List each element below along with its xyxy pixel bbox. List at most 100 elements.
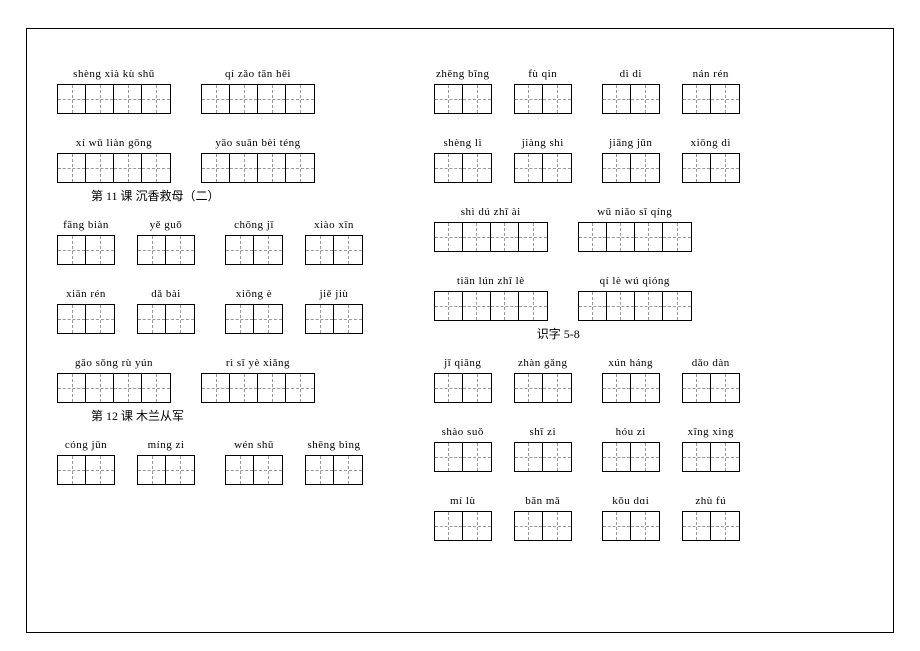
two-column-layout: shèng xià kù shǔ qí zǎo tān hēi xí wǔ li… <box>57 67 863 622</box>
pinyin: jiāng jūn <box>609 136 652 150</box>
word-group: fù qin <box>514 67 572 114</box>
word-group: zhù fú <box>682 494 740 541</box>
pinyin: zhù fú <box>695 494 726 508</box>
pinyin: shī zi <box>529 425 556 439</box>
char-boxes <box>434 222 548 252</box>
char-boxes <box>434 442 492 472</box>
char-boxes <box>305 235 363 265</box>
pinyin: míng zi <box>148 438 185 452</box>
pinyin: shèng xià kù shǔ <box>73 67 155 81</box>
pinyin: xí wǔ liàn gōng <box>76 136 152 150</box>
word-group: shào suǒ <box>434 425 492 472</box>
word-group: qí lè wú qióng <box>578 274 692 321</box>
char-boxes <box>57 373 171 403</box>
pinyin: shào suǒ <box>442 425 484 439</box>
word-group: míng zi <box>137 438 195 485</box>
row: mí lù bān mǎ kǒu dɑi zhù fú <box>434 494 863 541</box>
word-group: xiōng è <box>225 287 283 334</box>
char-boxes <box>514 153 572 183</box>
pinyin: yāo suān bèi téng <box>215 136 300 150</box>
char-boxes <box>201 84 315 114</box>
char-boxes <box>225 235 283 265</box>
char-boxes <box>434 84 492 114</box>
pinyin: yě guǒ <box>150 218 183 232</box>
pinyin: xún háng <box>608 356 653 370</box>
pinyin: cóng jūn <box>65 438 107 452</box>
char-boxes <box>57 455 115 485</box>
word-group: jiāng jūn <box>602 136 660 183</box>
left-column: shèng xià kù shǔ qí zǎo tān hēi xí wǔ li… <box>57 67 428 622</box>
char-boxes <box>682 84 740 114</box>
word-group: shèng lì <box>434 136 492 183</box>
pinyin: rì sī yè xiǎng <box>226 356 290 370</box>
pinyin: tiān lún zhī lè <box>457 274 525 288</box>
char-boxes <box>578 222 692 252</box>
char-boxes <box>57 235 115 265</box>
word-group: gāo sǒng rù yún <box>57 356 171 403</box>
word-group: yāo suān bèi téng <box>201 136 315 183</box>
char-boxes <box>602 373 660 403</box>
pinyin: hóu zi <box>616 425 646 439</box>
char-boxes <box>602 153 660 183</box>
char-boxes <box>682 373 740 403</box>
char-boxes <box>434 153 492 183</box>
word-group: fāng biàn <box>57 218 115 265</box>
row: fāng biàn yě guǒ chōng jī xiào xīn <box>57 218 428 265</box>
word-group: rì sī yè xiǎng <box>201 356 315 403</box>
word-group: cóng jūn <box>57 438 115 485</box>
char-boxes <box>305 455 363 485</box>
pinyin: dì di <box>620 67 642 81</box>
word-group: xí wǔ liàn gōng <box>57 136 171 183</box>
pinyin: chōng jī <box>234 218 274 232</box>
char-boxes <box>434 511 492 541</box>
worksheet-frame: shèng xià kù shǔ qí zǎo tān hēi xí wǔ li… <box>26 28 894 633</box>
pinyin: zhàn gǎng <box>518 356 567 370</box>
word-group: shì dú zhī ài <box>434 205 548 252</box>
row: xiān rén dǎ bài xiōng è jiě jiù <box>57 287 428 334</box>
char-boxes <box>434 291 548 321</box>
pinyin: xiào xīn <box>314 218 354 232</box>
word-group: xiān rén <box>57 287 115 334</box>
word-group: tiān lún zhī lè <box>434 274 548 321</box>
word-group: jī qiāng <box>434 356 492 403</box>
char-boxes <box>137 304 195 334</box>
word-group: xiōng dì <box>682 136 740 183</box>
row: gāo sǒng rù yún rì sī yè xiǎng <box>57 356 428 403</box>
pinyin: bān mǎ <box>525 494 560 508</box>
word-group: wén shū <box>225 438 283 485</box>
word-group: shēng bìng <box>305 438 363 485</box>
word-group: yě guǒ <box>137 218 195 265</box>
char-boxes <box>57 153 171 183</box>
pinyin: xiōng dì <box>691 136 731 150</box>
pinyin: shì dú zhī ài <box>461 205 521 219</box>
word-group: dì di <box>602 67 660 114</box>
page: shèng xià kù shǔ qí zǎo tān hēi xí wǔ li… <box>0 0 920 651</box>
pinyin: fāng biàn <box>63 218 109 232</box>
char-boxes <box>514 511 572 541</box>
pinyin: jī qiāng <box>444 356 481 370</box>
row: shèng lì jiàng shi jiāng jūn xiōng dì <box>434 136 863 183</box>
word-group: dǎ bài <box>137 287 195 334</box>
pinyin: jiàng shi <box>522 136 564 150</box>
lesson-heading-11: 第 11 课 沉香救母（二） <box>91 187 428 204</box>
pinyin: shēng bìng <box>308 438 361 452</box>
char-boxes <box>682 511 740 541</box>
char-boxes <box>201 153 315 183</box>
word-group: shèng xià kù shǔ <box>57 67 171 114</box>
word-group: bān mǎ <box>514 494 572 541</box>
word-group: nán rén <box>682 67 740 114</box>
right-column: zhēng bīng fù qin dì di nán rén <box>428 67 863 622</box>
char-boxes <box>514 84 572 114</box>
row: xí wǔ liàn gōng yāo suān bèi téng <box>57 136 428 183</box>
char-boxes <box>137 455 195 485</box>
word-group: zhàn gǎng <box>514 356 572 403</box>
char-boxes <box>602 442 660 472</box>
char-boxes <box>682 442 740 472</box>
row: shì dú zhī ài wū niǎo sī qíng <box>434 205 863 252</box>
pinyin: fù qin <box>528 67 557 81</box>
pinyin: xiōng è <box>236 287 272 301</box>
word-group: xún háng <box>602 356 660 403</box>
row: tiān lún zhī lè qí lè wú qióng <box>434 274 863 321</box>
char-boxes <box>225 455 283 485</box>
pinyin: xiān rén <box>66 287 106 301</box>
